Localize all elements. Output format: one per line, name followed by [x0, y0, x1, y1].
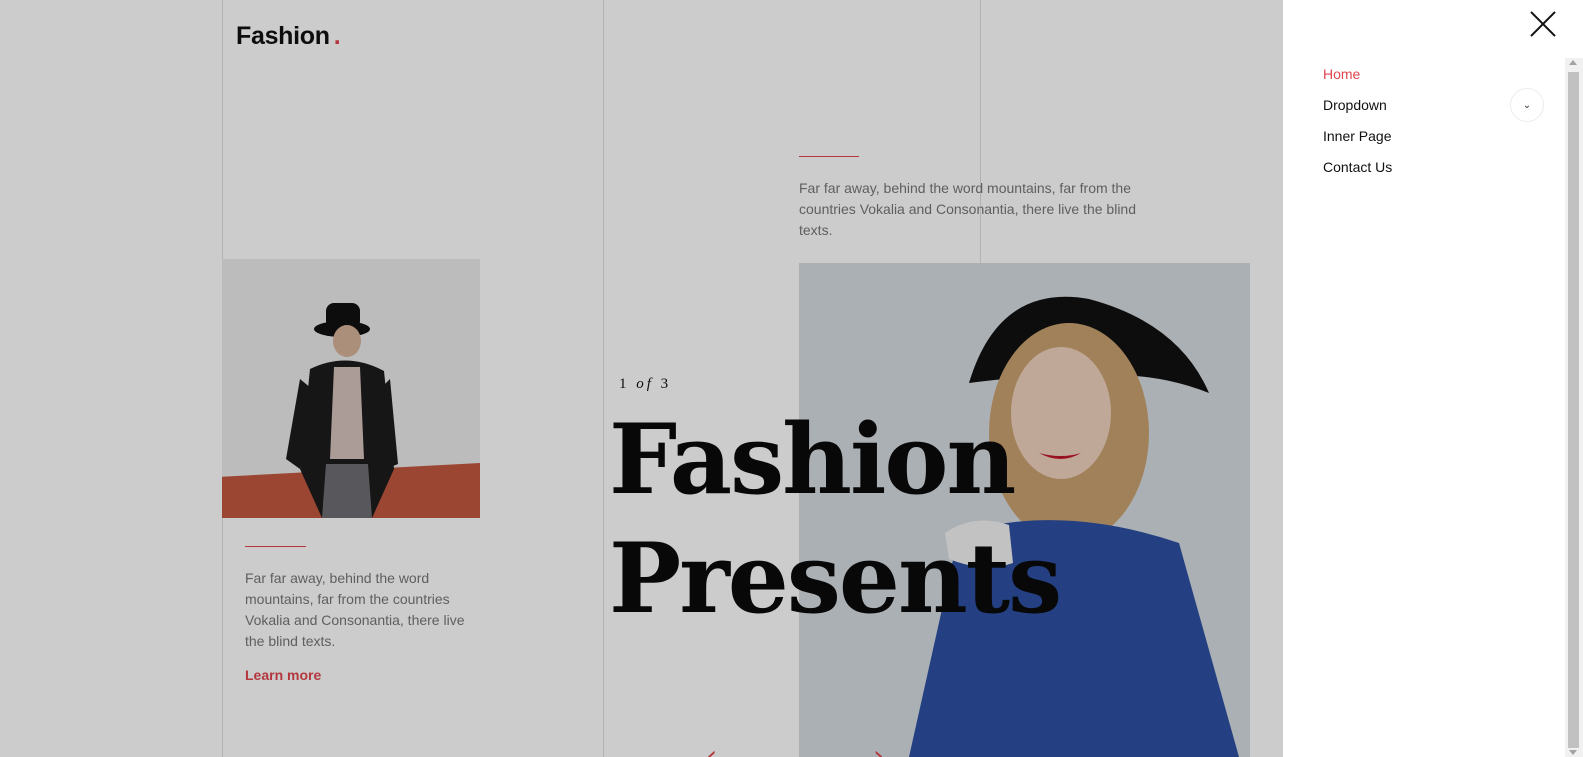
menu-item-home[interactable]: Home [1323, 64, 1392, 95]
page-overlay[interactable] [0, 0, 1283, 757]
menu-item-dropdown[interactable]: Dropdown [1323, 95, 1392, 126]
scroll-down-icon[interactable] [1569, 750, 1577, 755]
scroll-thumb[interactable] [1568, 72, 1579, 748]
side-menu: Home Dropdown Inner Page Contact Us [1323, 64, 1392, 188]
menu-item-inner-page[interactable]: Inner Page [1323, 126, 1392, 157]
menu-scrollbar[interactable] [1565, 58, 1583, 757]
scroll-up-icon[interactable] [1569, 60, 1577, 65]
chevron-glyph: ⌄ [1522, 99, 1532, 111]
menu-item-contact-us[interactable]: Contact Us [1323, 157, 1392, 188]
chevron-down-icon[interactable]: ⌄ [1510, 88, 1544, 122]
close-icon[interactable] [1528, 9, 1558, 39]
